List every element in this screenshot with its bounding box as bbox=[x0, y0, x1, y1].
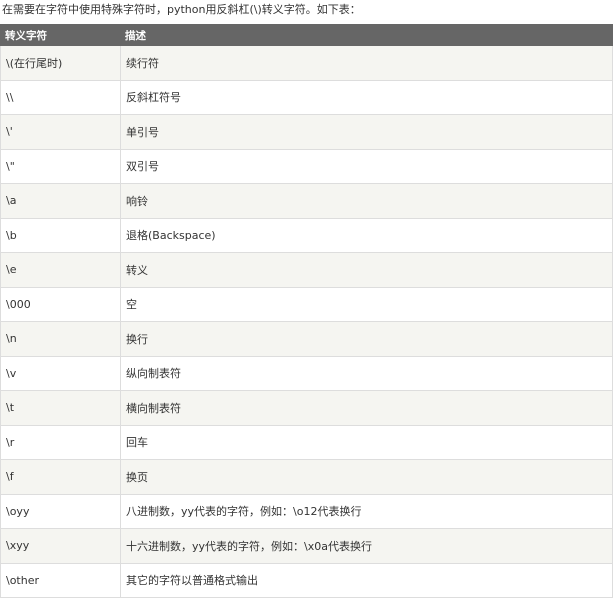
table-row: \" 双引号 bbox=[0, 148, 613, 184]
escape-char-cell: \xyy bbox=[0, 528, 121, 564]
table-row: \e 转义 bbox=[0, 252, 613, 288]
table-row: \b 退格(Backspace) bbox=[0, 217, 613, 253]
table-row: \v 纵向制表符 bbox=[0, 355, 613, 391]
table-row: \other 其它的字符以普通格式输出 bbox=[0, 562, 613, 598]
table-row: \f 换页 bbox=[0, 459, 613, 495]
header-escape-char: 转义字符 bbox=[0, 24, 121, 46]
description-cell: 单引号 bbox=[120, 114, 613, 150]
description-cell: 八进制数，yy代表的字符，例如：\o12代表换行 bbox=[120, 493, 613, 529]
table-row: \r 回车 bbox=[0, 424, 613, 460]
escape-char-cell: \oyy bbox=[0, 493, 121, 529]
escape-table: 转义字符 描述 \(在行尾时) 续行符 \\ 反斜杠符号 \' 单引号 \" 双… bbox=[0, 24, 613, 598]
description-cell: 退格(Backspace) bbox=[120, 217, 613, 253]
escape-char-cell: \e bbox=[0, 252, 121, 288]
description-cell: 反斜杠符号 bbox=[120, 79, 613, 115]
escape-char-cell: \' bbox=[0, 114, 121, 150]
escape-char-cell: \(在行尾时) bbox=[0, 45, 121, 81]
description-cell: 十六进制数，yy代表的字符，例如：\x0a代表换行 bbox=[120, 528, 613, 564]
description-cell: 转义 bbox=[120, 252, 613, 288]
intro-text: 在需要在字符中使用特殊字符时，python用反斜杠(\)转义字符。如下表： bbox=[2, 3, 361, 16]
description-cell: 换页 bbox=[120, 459, 613, 495]
table-row: \n 换行 bbox=[0, 321, 613, 357]
escape-char-cell: \000 bbox=[0, 286, 121, 322]
table-row: \(在行尾时) 续行符 bbox=[0, 45, 613, 81]
escape-char-cell: \r bbox=[0, 424, 121, 460]
table-row: \xyy 十六进制数，yy代表的字符，例如：\x0a代表换行 bbox=[0, 528, 613, 564]
table-row: \000 空 bbox=[0, 286, 613, 322]
escape-char-cell: \a bbox=[0, 183, 121, 219]
table-row: \a 响铃 bbox=[0, 183, 613, 219]
description-cell: 回车 bbox=[120, 424, 613, 460]
table-row: \\ 反斜杠符号 bbox=[0, 79, 613, 115]
table-header-row: 转义字符 描述 bbox=[0, 24, 613, 46]
escape-char-cell: \n bbox=[0, 321, 121, 357]
table-row: \' 单引号 bbox=[0, 114, 613, 150]
escape-char-cell: \t bbox=[0, 390, 121, 426]
table-row: \t 横向制表符 bbox=[0, 390, 613, 426]
description-cell: 纵向制表符 bbox=[120, 355, 613, 391]
description-cell: 空 bbox=[120, 286, 613, 322]
description-cell: 响铃 bbox=[120, 183, 613, 219]
escape-char-cell: \" bbox=[0, 148, 121, 184]
escape-char-cell: \b bbox=[0, 217, 121, 253]
escape-char-cell: \f bbox=[0, 459, 121, 495]
escape-char-cell: \\ bbox=[0, 79, 121, 115]
description-cell: 换行 bbox=[120, 321, 613, 357]
description-cell: 续行符 bbox=[120, 45, 613, 81]
escape-char-cell: \other bbox=[0, 562, 121, 598]
table-row: \oyy 八进制数，yy代表的字符，例如：\o12代表换行 bbox=[0, 493, 613, 529]
description-cell: 双引号 bbox=[120, 148, 613, 184]
description-cell: 横向制表符 bbox=[120, 390, 613, 426]
escape-char-cell: \v bbox=[0, 355, 121, 391]
header-description: 描述 bbox=[120, 24, 613, 46]
description-cell: 其它的字符以普通格式输出 bbox=[120, 562, 613, 598]
